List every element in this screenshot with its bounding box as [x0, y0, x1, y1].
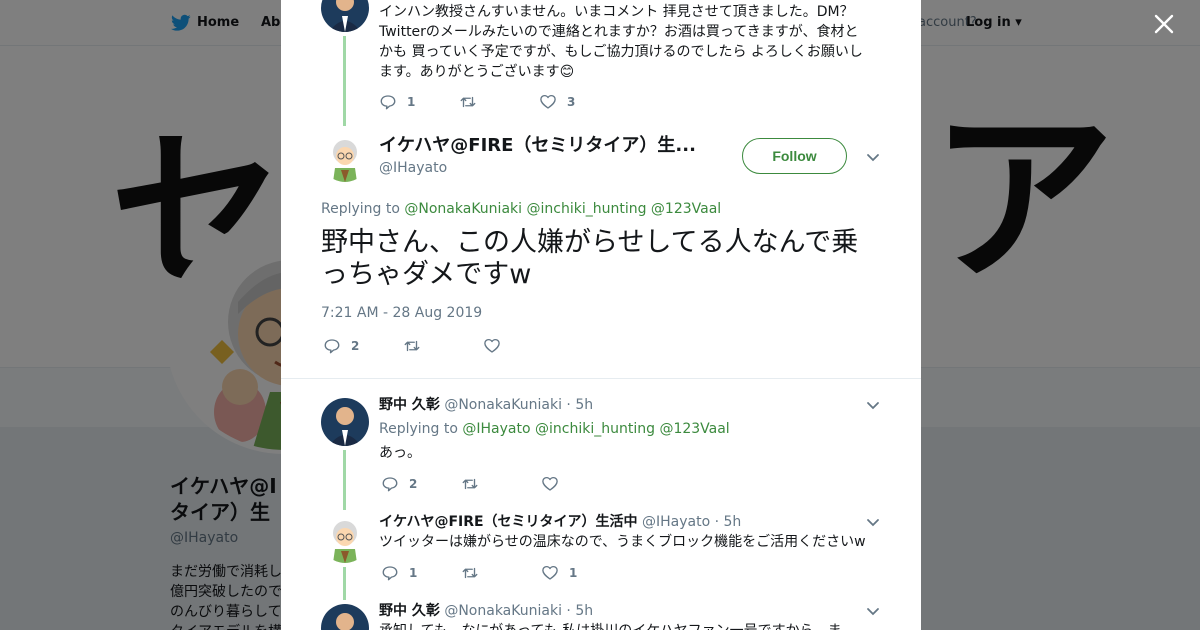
retweet-icon — [460, 96, 476, 108]
reply-time[interactable]: · 5h — [566, 397, 593, 413]
tweet-main-text: 野中さん、この人嫌がらせしてる人なんで乗っちゃダメですw — [321, 227, 859, 290]
chevron-down-icon[interactable] — [865, 603, 881, 619]
mention-link[interactable]: @123Vaal — [659, 421, 729, 437]
reply-time[interactable]: · 5h — [566, 603, 593, 619]
author-handle[interactable]: @NonakaKuniaki — [444, 603, 562, 619]
reply-header: 野中 久彰 @NonakaKuniaki · 5h — [379, 601, 593, 621]
reply-icon — [382, 477, 398, 492]
reply-button[interactable]: 2 — [381, 474, 417, 494]
retweet-button[interactable] — [459, 92, 477, 112]
tweet-actions: 1 3 — [379, 92, 679, 112]
mention-link[interactable]: @NonakaKuniaki — [404, 201, 522, 217]
like-button[interactable]: 3 — [539, 92, 575, 112]
author-name[interactable]: 野中 久彰 — [379, 397, 440, 413]
reply-button[interactable]: 2 — [323, 336, 359, 356]
chevron-down-icon[interactable] — [865, 149, 881, 165]
thread-line — [343, 36, 346, 126]
heart-icon — [484, 338, 500, 353]
like-button[interactable]: 1 — [541, 563, 577, 583]
author-name[interactable]: イケハヤ@FIRE（セミリタイア）生活中 — [379, 514, 638, 530]
heart-icon — [540, 94, 556, 109]
retweet-icon — [462, 567, 478, 579]
author-handle[interactable]: @NonakaKuniaki — [444, 397, 562, 413]
replying-to: Replying to @IHayato @inchiki_hunting @1… — [379, 421, 730, 437]
mention-link[interactable]: @IHayato — [462, 421, 530, 437]
author-handle[interactable]: @IHayato — [642, 514, 710, 530]
reply-header: イケハヤ@FIRE（セミリタイア）生活中 @IHayato · 5h — [379, 512, 741, 532]
avatar[interactable] — [321, 398, 369, 446]
tweet-actions: 2 — [323, 336, 583, 356]
author-name[interactable]: 野中 久彰 — [379, 603, 440, 619]
reply-icon — [324, 339, 340, 354]
like-button[interactable] — [541, 474, 559, 494]
tweet-timestamp[interactable]: 7:21 AM - 28 Aug 2019 — [321, 303, 482, 323]
reply-header: 野中 久彰 @NonakaKuniaki · 5h — [379, 395, 593, 415]
mention-link[interactable]: @inchiki_hunting — [526, 201, 646, 217]
reply-icon — [382, 566, 398, 581]
tweet-actions: 1 1 — [381, 563, 641, 583]
tweet-text: ツイッターは嫌がらせの温床なので、うまくブロック機能をご活用くださいw — [379, 534, 866, 550]
avatar[interactable] — [321, 0, 369, 32]
chevron-down-icon[interactable] — [865, 514, 881, 530]
divider — [281, 378, 921, 379]
avatar[interactable] — [321, 134, 369, 182]
thread-line — [343, 567, 346, 600]
retweet-button[interactable] — [461, 474, 479, 494]
replying-to: Replying to @NonakaKuniaki @inchiki_hunt… — [321, 201, 722, 217]
tweet-text: あっ。 — [379, 445, 421, 461]
chevron-down-icon[interactable] — [865, 397, 881, 413]
retweet-button[interactable] — [461, 563, 479, 583]
tweet-actions: 2 — [381, 474, 641, 494]
tweet-text: インハン教授さんすいません。いまコメント 拝見させて頂きました。DM？Twitt… — [379, 4, 863, 80]
retweet-button[interactable] — [403, 336, 421, 356]
reply-button[interactable]: 1 — [379, 92, 415, 112]
follow-button[interactable]: Follow — [742, 138, 847, 174]
retweet-icon — [462, 478, 478, 490]
avatar[interactable] — [321, 604, 369, 630]
heart-icon — [542, 476, 558, 491]
reply-time[interactable]: · 5h — [715, 514, 742, 530]
retweet-icon — [404, 340, 420, 352]
mention-link[interactable]: @123Vaal — [651, 201, 721, 217]
author-handle[interactable]: @IHayato — [379, 158, 447, 178]
avatar[interactable] — [321, 515, 369, 563]
tweet-modal: インハン教授さんすいません。いまコメント 拝見させて頂きました。DM？Twitt… — [281, 0, 921, 630]
close-icon[interactable] — [1152, 12, 1176, 36]
like-button[interactable] — [483, 336, 501, 356]
author-name[interactable]: イケハヤ@FIRE（セミリタイア）生... — [379, 135, 696, 157]
thread-line — [343, 450, 346, 510]
mention-link[interactable]: @inchiki_hunting — [535, 421, 655, 437]
heart-icon — [542, 565, 558, 580]
reply-button[interactable]: 1 — [381, 563, 417, 583]
tweet-text: 承知しても、なにがあっても 私は掛川のイケハヤファン一号ですから、ま — [379, 621, 869, 630]
reply-icon — [380, 95, 396, 110]
